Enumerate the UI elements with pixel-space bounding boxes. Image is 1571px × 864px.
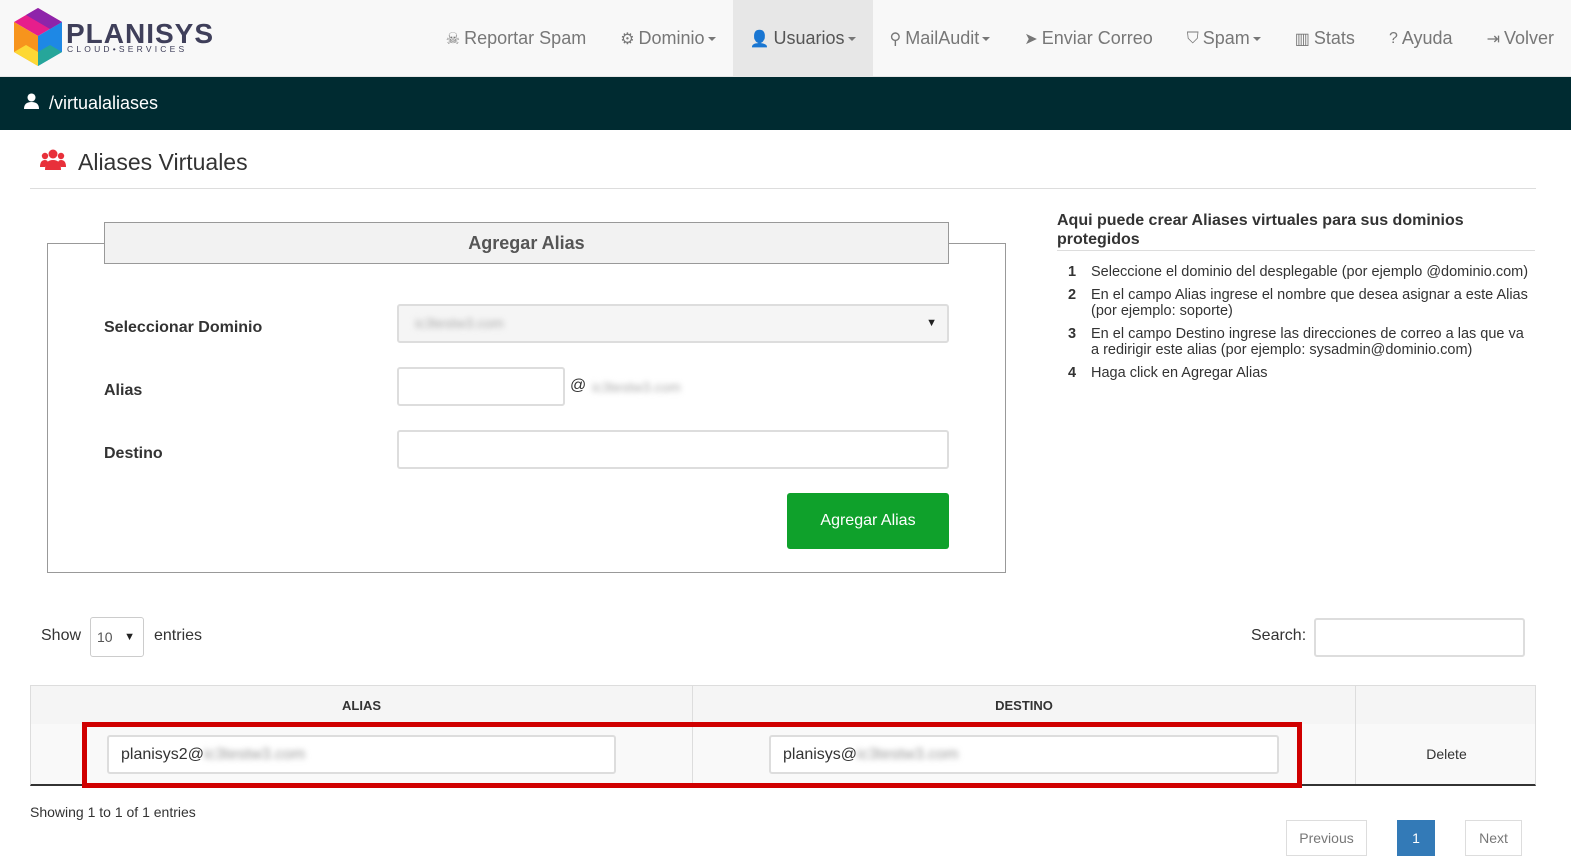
delete-button[interactable]: Delete [1356,724,1537,784]
highlight-box [82,722,1302,788]
at-sign: @ [570,377,587,394]
table-header: ALIAS DESTINO [30,685,1536,725]
page-length-select[interactable]: 10 ▼ [90,617,144,657]
help-step-number: 3 [1068,326,1077,342]
nav-label: Spam [1202,28,1250,48]
help-step-text: Haga click en Agregar Alias [1091,365,1268,381]
search-icon: ⚲ [889,30,902,48]
help-step: 2 En el campo Alias ingrese el nombre que… [1057,287,1535,319]
page-1-button[interactable]: 1 [1397,820,1435,856]
help-step-number: 1 [1068,264,1077,280]
brand-tagline: CLOUD•SERVICES [67,44,188,54]
alias-domain-suffix: ic3testw3.com [592,379,681,395]
search-label: Search: [1251,627,1307,644]
help-step-text: Seleccione el dominio del desplegable (p… [1091,264,1529,280]
destination-input[interactable] [397,430,949,469]
domain-label: Seleccionar Dominio [104,319,263,336]
nav-label: Usuarios [773,28,845,48]
alias-label: Alias [104,382,143,399]
cube-logo-icon [14,8,62,66]
nav-dominio[interactable]: ⚙ Dominio [603,0,732,77]
title-divider [30,188,1536,189]
domain-select-value: ic3testw3.com [415,315,504,331]
gear-icon: ⚙ [620,30,635,48]
caret-down-icon [847,36,856,41]
nav-reportar-spam[interactable]: ☠ Reportar Spam [429,0,603,77]
breadcrumb-path: /virtualaliases [49,93,159,113]
domain-select[interactable]: ic3testw3.com ▼ [397,304,949,343]
search-input[interactable] [1314,618,1525,657]
caret-down-icon [982,36,991,41]
help-step-number: 4 [1068,365,1077,381]
nav-label: Ayuda [1401,28,1453,48]
skull-icon: ☠ [445,30,461,48]
user-icon: 👤 [749,30,770,48]
nav-label: Volver [1503,28,1554,48]
breadcrumb: /virtualaliases [0,77,1571,130]
nav-label: Dominio [638,28,705,48]
top-navbar: PLANISYS CLOUD•SERVICES ☠ Reportar Spam ⚙ D… [0,0,1571,77]
help-step: 3 En el campo Destino ingrese las direcci… [1057,326,1535,358]
page-length-value: 10 [97,629,113,645]
show-label: Show [41,627,82,644]
previous-page-button[interactable]: Previous [1286,820,1367,856]
nav-label: Reportar Spam [464,28,587,48]
column-header-destino[interactable]: DESTINO [693,686,1356,724]
alias-input[interactable] [397,367,565,406]
planisys-logo[interactable]: PLANISYS CLOUD•SERVICES [12,8,213,68]
paper-plane-icon: ➤ [1024,30,1038,48]
bar-chart-icon: ▥ [1294,30,1310,48]
help-divider [1057,250,1535,251]
shield-icon: ⛉ [1186,29,1199,47]
main-nav: ☠ Reportar Spam ⚙ Dominio 👤 Usuarios ⚲ MailAudi… [429,0,1571,77]
column-header-alias[interactable]: ALIAS [31,686,693,724]
help-step: 1 Seleccione el dominio del desplegable (… [1057,264,1535,280]
question-icon: ? [1388,29,1398,47]
sign-in-icon: ⇥ [1486,30,1500,48]
table-info: Showing 1 to 1 of 1 entries [30,804,196,820]
caret-down-icon [1252,36,1261,41]
nav-ayuda[interactable]: ? Ayuda [1372,0,1470,77]
page-title-text: Aliases Virtuales [78,148,248,175]
next-page-button[interactable]: Next [1465,820,1522,856]
nav-label: MailAudit [905,28,980,48]
add-alias-heading: Agregar Alias [104,222,949,264]
help-title: Aqui puede crear Aliases virtuales para … [1057,212,1464,248]
help-step-number: 2 [1068,287,1077,303]
nav-label: Stats [1313,28,1355,48]
help-steps: 1 Seleccione el dominio del desplegable (… [1057,264,1535,388]
nav-spam[interactable]: ⛉ Spam [1170,0,1278,77]
page-title: Aliases Virtuales [40,148,248,176]
help-step-text: En el campo Destino ingrese las direccio… [1091,326,1524,358]
column-header-actions [1356,686,1535,724]
nav-mailaudit[interactable]: ⚲ MailAudit [873,0,1008,77]
dropdown-arrow-icon: ▼ [926,317,937,329]
nav-volver[interactable]: ⇥ Volver [1470,0,1571,77]
entries-label: entries [154,627,203,644]
help-step: 4 Haga click en Agregar Alias [1057,365,1535,381]
user-icon [24,93,39,114]
destination-label: Destino [104,445,163,462]
caret-down-icon [707,36,716,41]
nav-label: Enviar Correo [1041,28,1153,48]
nav-usuarios[interactable]: 👤 Usuarios [732,0,873,77]
dropdown-arrow-icon: ▼ [124,631,135,643]
nav-enviar-correo[interactable]: ➤ Enviar Correo [1007,0,1169,77]
nav-stats[interactable]: ▥ Stats [1278,0,1372,77]
add-alias-button[interactable]: Agregar Alias [787,493,949,549]
users-group-icon [40,148,66,176]
help-step-text: En el campo Alias ingrese el nombre que … [1091,287,1528,319]
